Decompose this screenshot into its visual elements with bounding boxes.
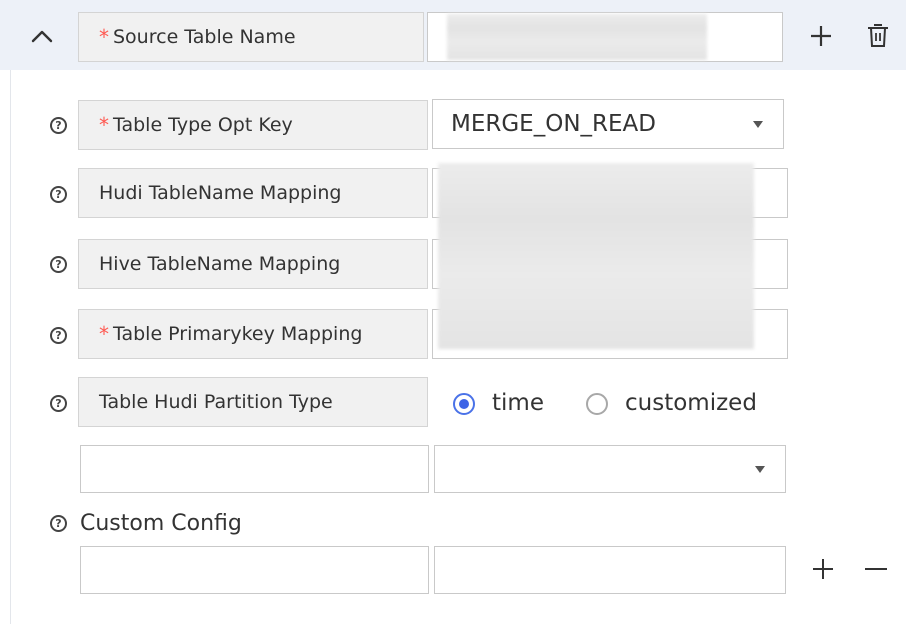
table-type-select[interactable]: MERGE_ON_READ — [432, 99, 784, 149]
redacted-value — [447, 14, 707, 60]
table-type-value: MERGE_ON_READ — [451, 111, 656, 137]
minus-icon[interactable] — [864, 558, 888, 580]
partition-type-text: Table Hudi Partition Type — [99, 391, 333, 413]
custom-config-value-input[interactable] — [434, 546, 786, 594]
radio-customized-label: customized — [625, 390, 757, 416]
primarykey-label: * Table Primarykey Mapping — [78, 309, 428, 359]
source-table-name-label: * Source Table Name — [78, 12, 424, 62]
caret-down-icon — [753, 121, 763, 128]
question-circle-icon[interactable]: ? — [50, 395, 67, 412]
partition-field-input[interactable] — [80, 445, 429, 493]
redacted-value — [438, 163, 754, 349]
caret-down-icon — [755, 466, 765, 473]
custom-config-label: Custom Config — [80, 511, 242, 536]
plus-icon[interactable] — [812, 558, 834, 580]
radio-time[interactable] — [453, 393, 475, 415]
trash-icon[interactable] — [866, 23, 890, 49]
question-circle-icon[interactable]: ? — [50, 515, 67, 532]
question-circle-icon[interactable]: ? — [50, 186, 67, 203]
chevron-up-icon[interactable] — [30, 28, 54, 44]
hudi-mapping-text: Hudi TableName Mapping — [99, 182, 342, 204]
hudi-mapping-label: Hudi TableName Mapping — [78, 168, 428, 218]
table-type-label: * Table Type Opt Key — [78, 100, 428, 150]
question-circle-icon[interactable]: ? — [50, 327, 67, 344]
hive-mapping-label: Hive TableName Mapping — [78, 239, 428, 289]
question-circle-icon[interactable]: ? — [50, 117, 67, 134]
source-table-name-text: Source Table Name — [113, 26, 296, 48]
radio-customized[interactable] — [586, 393, 608, 415]
plus-icon[interactable] — [809, 24, 833, 48]
required-marker: * — [99, 322, 109, 346]
partition-format-select[interactable] — [434, 445, 786, 493]
section-divider — [10, 70, 11, 624]
custom-config-key-input[interactable] — [80, 546, 429, 594]
question-circle-icon[interactable]: ? — [50, 256, 67, 273]
hive-mapping-text: Hive TableName Mapping — [99, 253, 341, 275]
required-marker: * — [99, 25, 109, 49]
table-type-text: Table Type Opt Key — [113, 114, 293, 136]
required-marker: * — [99, 113, 109, 137]
partition-type-label: Table Hudi Partition Type — [78, 377, 428, 427]
primarykey-text: Table Primarykey Mapping — [113, 323, 363, 345]
radio-time-label: time — [492, 390, 544, 416]
